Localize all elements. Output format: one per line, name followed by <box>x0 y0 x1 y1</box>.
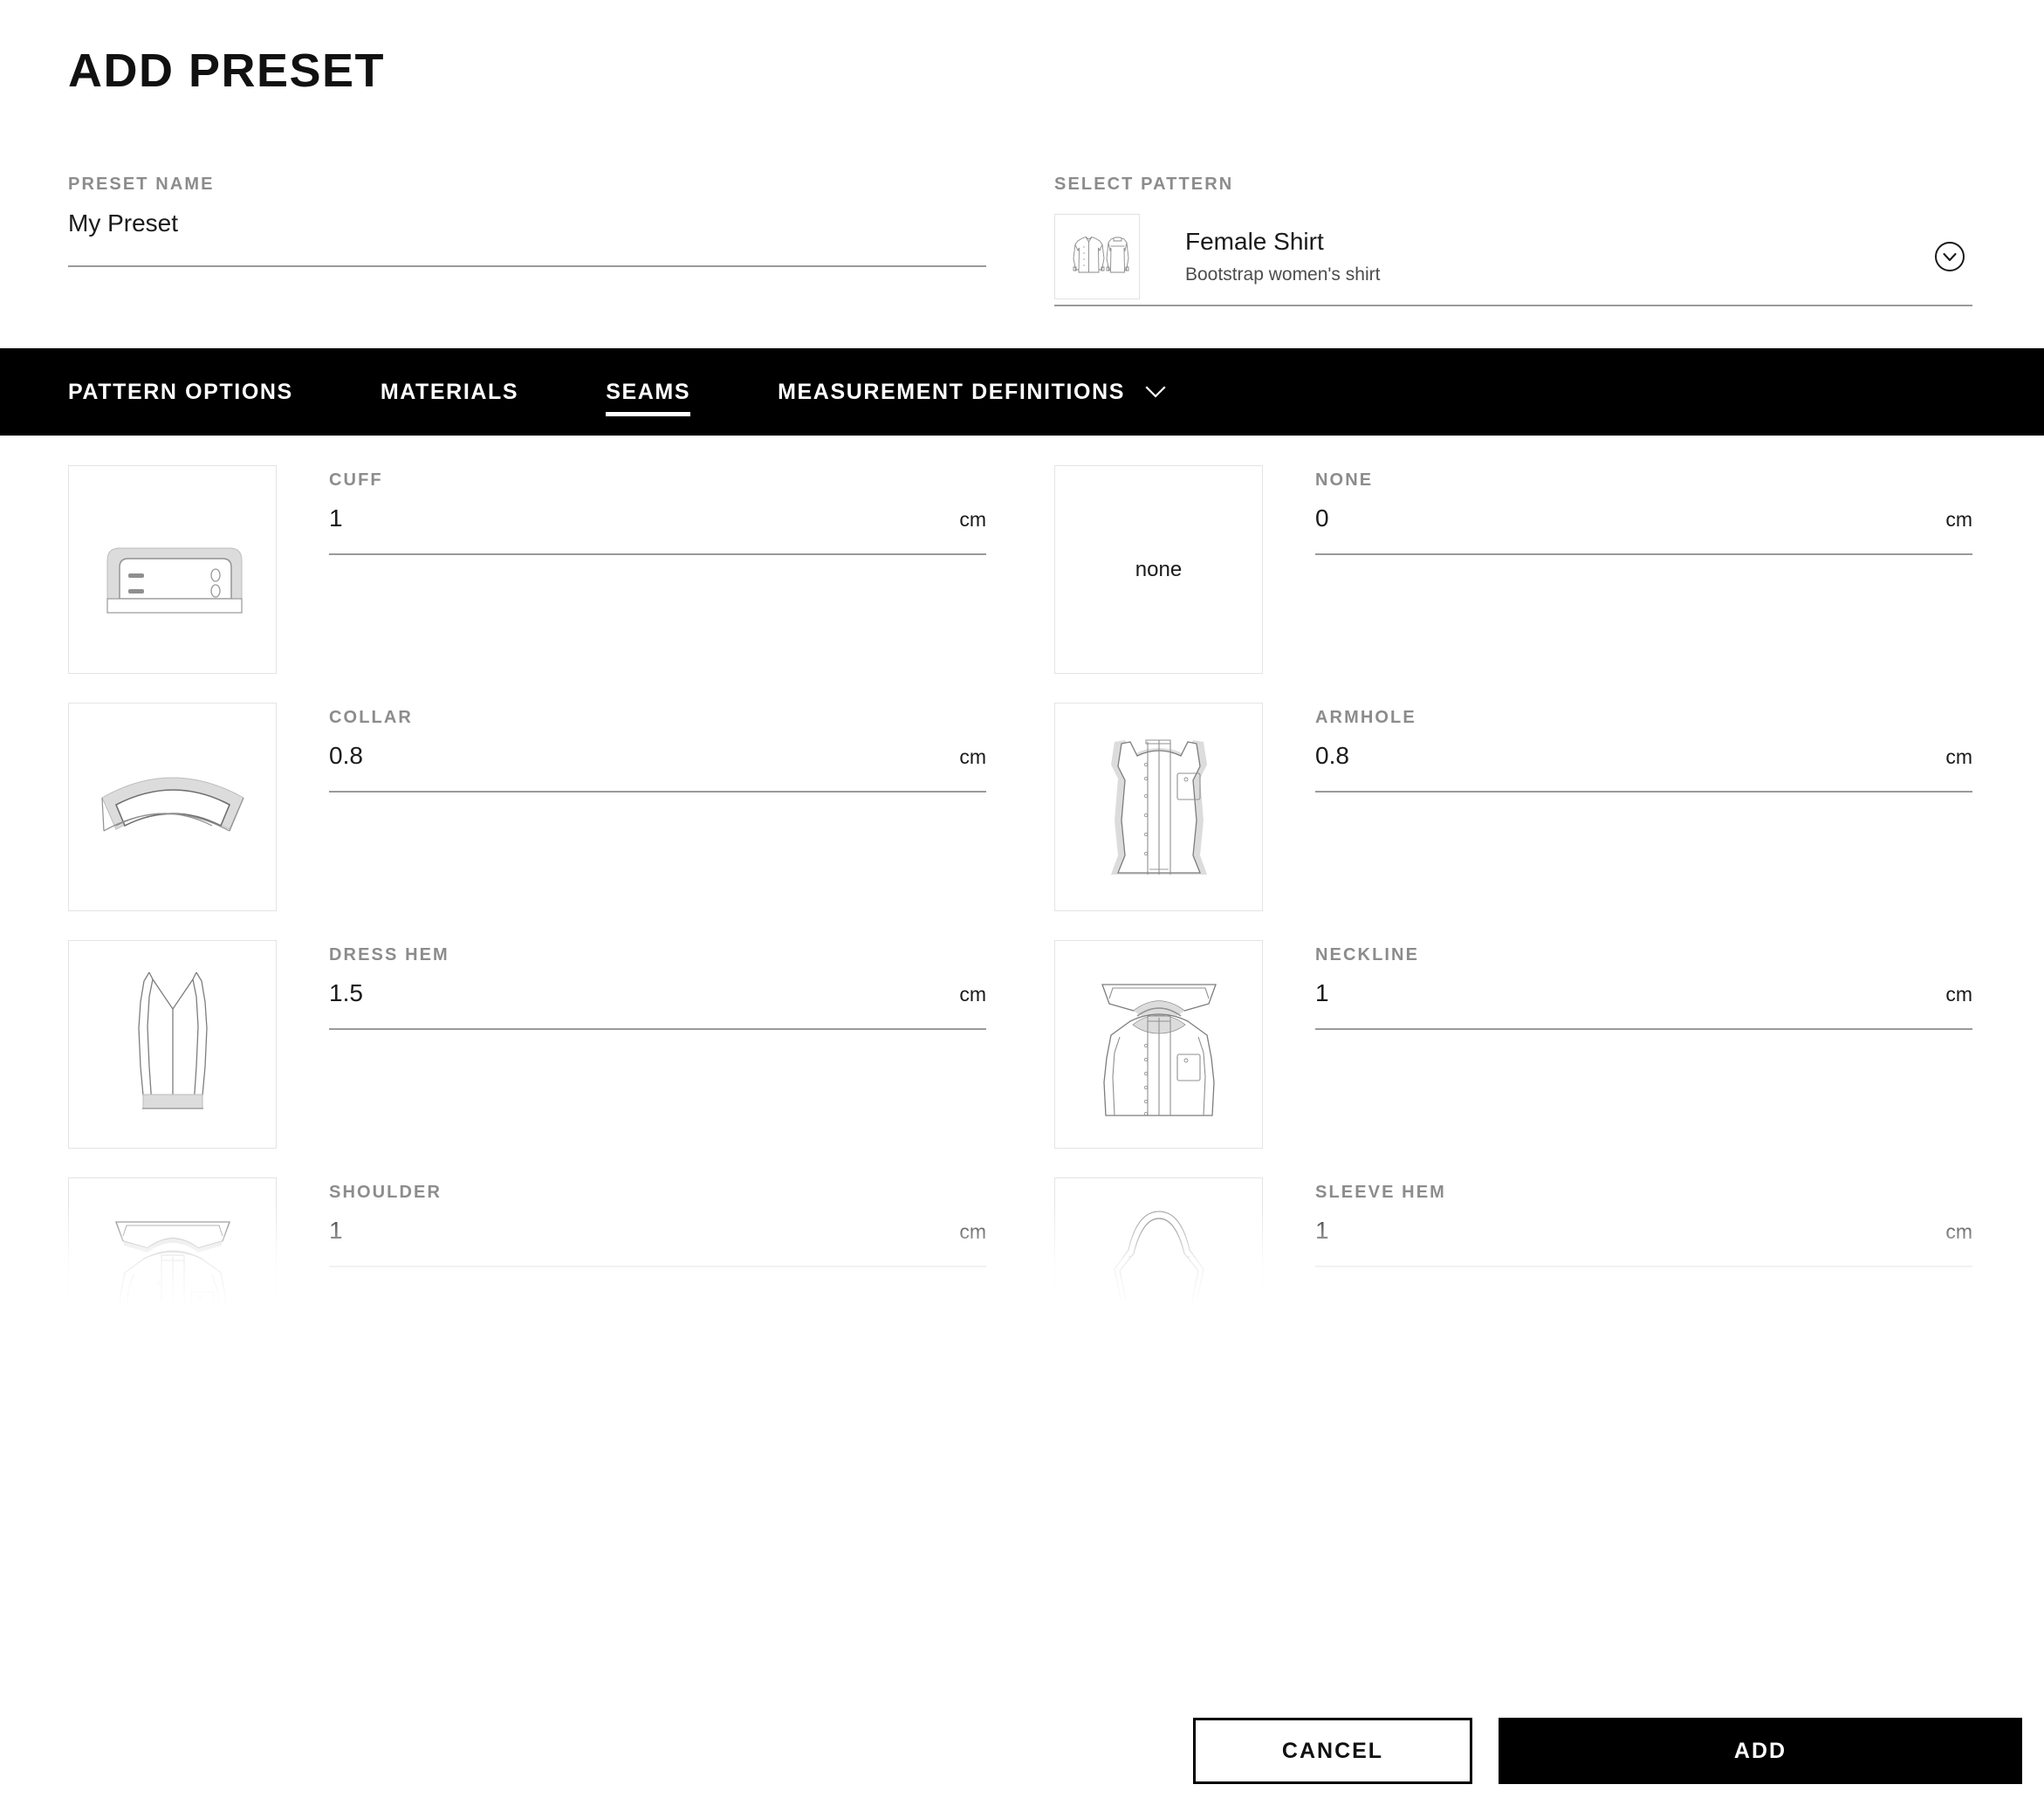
seam-row: SLEEVE HEM 1 cm <box>1054 1177 1972 1308</box>
seam-input-line[interactable]: 0.8 cm <box>1315 742 1972 793</box>
seam-label: SLEEVE HEM <box>1315 1183 1446 1202</box>
seam-value-input[interactable]: 0 <box>1315 504 1329 532</box>
seam-row: none NONE 0 cm <box>1054 465 1972 703</box>
seam-unit-label: cm <box>959 1220 986 1243</box>
seam-unit-label: cm <box>1945 1220 1972 1243</box>
seams-scroll-area[interactable]: CUFF 1 cm COLLAR 0.8 cm DRESS HEM 1.5 cm… <box>0 436 2044 1308</box>
seam-label: NECKLINE <box>1315 945 1420 964</box>
seam-input-line[interactable]: 1 cm <box>329 504 986 555</box>
tab-materials[interactable]: MATERIALS <box>381 348 518 436</box>
seam-value-input[interactable]: 1 <box>1315 1217 1329 1245</box>
seam-label: CUFF <box>329 470 383 490</box>
seam-unit-label: cm <box>1945 508 1972 531</box>
select-pattern-label: SELECT PATTERN <box>1054 175 1234 194</box>
seam-value-input[interactable]: 0.8 <box>1315 742 1349 770</box>
chevron-down-icon <box>1144 385 1167 399</box>
dialog-footer: CANCEL ADD <box>0 1690 2044 1812</box>
seam-row: DRESS HEM 1.5 cm <box>68 940 986 1177</box>
sleeve-hem-icon <box>1054 1177 1263 1308</box>
seam-label: DRESS HEM <box>329 945 449 964</box>
header-form-row: PRESET NAME My Preset SELECT PATTERN Fem… <box>68 175 1976 306</box>
seam-input-line[interactable]: 1 cm <box>1315 1217 1972 1267</box>
cancel-button[interactable]: CANCEL <box>1193 1718 1472 1784</box>
cuff-icon <box>68 465 277 674</box>
seam-fields: NECKLINE 1 cm <box>1315 940 1972 1177</box>
seam-input-line[interactable]: 1 cm <box>1315 979 1972 1030</box>
seam-fields: CUFF 1 cm <box>329 465 986 703</box>
seams-left-column: CUFF 1 cm COLLAR 0.8 cm DRESS HEM 1.5 cm… <box>68 465 986 1308</box>
seam-fields: ARMHOLE 0.8 cm <box>1315 703 1972 940</box>
tab-label: MATERIALS <box>380 379 519 404</box>
seam-label: COLLAR <box>329 708 413 727</box>
seam-value-input[interactable]: 1 <box>1315 979 1329 1007</box>
shirt-front-back-icon <box>1054 214 1140 299</box>
seam-fields: NONE 0 cm <box>1315 465 1972 703</box>
seam-input-line[interactable]: 0.8 cm <box>329 742 986 793</box>
seam-input-line[interactable]: 1 cm <box>329 1217 986 1267</box>
page-header: ADD PRESET PRESET NAME My Preset SELECT … <box>0 0 2044 306</box>
active-tab-indicator <box>606 412 691 416</box>
preset-name-label: PRESET NAME <box>68 175 215 194</box>
tab-seams[interactable]: SEAMS <box>606 348 691 436</box>
tab-bar: PATTERN OPTIONS MATERIALS SEAMS MEASUREM… <box>0 348 2044 436</box>
seam-input-line[interactable]: 1.5 cm <box>329 979 986 1030</box>
seam-fields: SLEEVE HEM 1 cm <box>1315 1177 1972 1308</box>
seams-grid: CUFF 1 cm COLLAR 0.8 cm DRESS HEM 1.5 cm… <box>0 436 2044 1308</box>
select-pattern-field-group: SELECT PATTERN Female Shirt Bootstrap wo… <box>1054 175 1972 306</box>
seam-row: SHOULDER 1 cm <box>68 1177 986 1308</box>
bodice-armhole-icon <box>1054 703 1263 911</box>
seam-unit-label: cm <box>959 745 986 768</box>
seam-row: COLLAR 0.8 cm <box>68 703 986 940</box>
seam-unit-label: cm <box>1945 745 1972 768</box>
seam-fields: DRESS HEM 1.5 cm <box>329 940 986 1177</box>
add-button[interactable]: ADD <box>1499 1718 2022 1784</box>
seam-fields: COLLAR 0.8 cm <box>329 703 986 940</box>
seam-value-input[interactable]: 1 <box>329 504 343 532</box>
seams-right-column: none NONE 0 cm ARMHOLE 0.8 cm NECKLINE 1… <box>1054 465 1972 1308</box>
seam-label: NONE <box>1315 470 1374 490</box>
seam-unit-label: cm <box>959 983 986 1006</box>
seam-unit-label: cm <box>959 508 986 531</box>
none-icon: none <box>1054 465 1263 674</box>
pattern-name: Female Shirt <box>1185 228 1324 255</box>
seam-row: NECKLINE 1 cm <box>1054 940 1972 1177</box>
dress-icon <box>68 940 277 1149</box>
tab-measurement-definitions[interactable]: MEASUREMENT DEFINITIONS <box>778 348 1167 436</box>
seam-row: CUFF 1 cm <box>68 465 986 703</box>
seam-unit-label: cm <box>1945 983 1972 1006</box>
tab-label: MEASUREMENT DEFINITIONS <box>778 379 1126 404</box>
seam-input-line[interactable]: 0 cm <box>1315 504 1972 555</box>
bodice-neckline-icon <box>1054 940 1263 1149</box>
bodice-shoulder-icon <box>68 1177 277 1308</box>
seam-fields: SHOULDER 1 cm <box>329 1177 986 1308</box>
seam-value-input[interactable]: 0.8 <box>329 742 363 770</box>
tab-pattern-options[interactable]: PATTERN OPTIONS <box>68 348 293 436</box>
tab-label: PATTERN OPTIONS <box>68 379 293 404</box>
pattern-description: Bootstrap women's shirt <box>1185 264 1381 285</box>
pattern-meta: Female Shirt Bootstrap women's shirt <box>1185 228 1931 285</box>
seam-label: SHOULDER <box>329 1183 442 1202</box>
collar-icon <box>68 703 277 911</box>
tab-label: SEAMS <box>606 379 691 404</box>
preset-name-input[interactable]: My Preset <box>68 209 986 267</box>
page-title: ADD PRESET <box>68 45 386 97</box>
select-pattern-dropdown[interactable]: Female Shirt Bootstrap women's shirt <box>1054 214 1972 306</box>
preset-name-field-group: PRESET NAME My Preset <box>68 175 986 267</box>
seam-value-input[interactable]: 1.5 <box>329 979 363 1007</box>
seam-label: ARMHOLE <box>1315 708 1416 727</box>
seam-value-input[interactable]: 1 <box>329 1217 343 1245</box>
seam-row: ARMHOLE 0.8 cm <box>1054 703 1972 940</box>
chevron-down-circle-icon[interactable] <box>1931 237 1969 276</box>
